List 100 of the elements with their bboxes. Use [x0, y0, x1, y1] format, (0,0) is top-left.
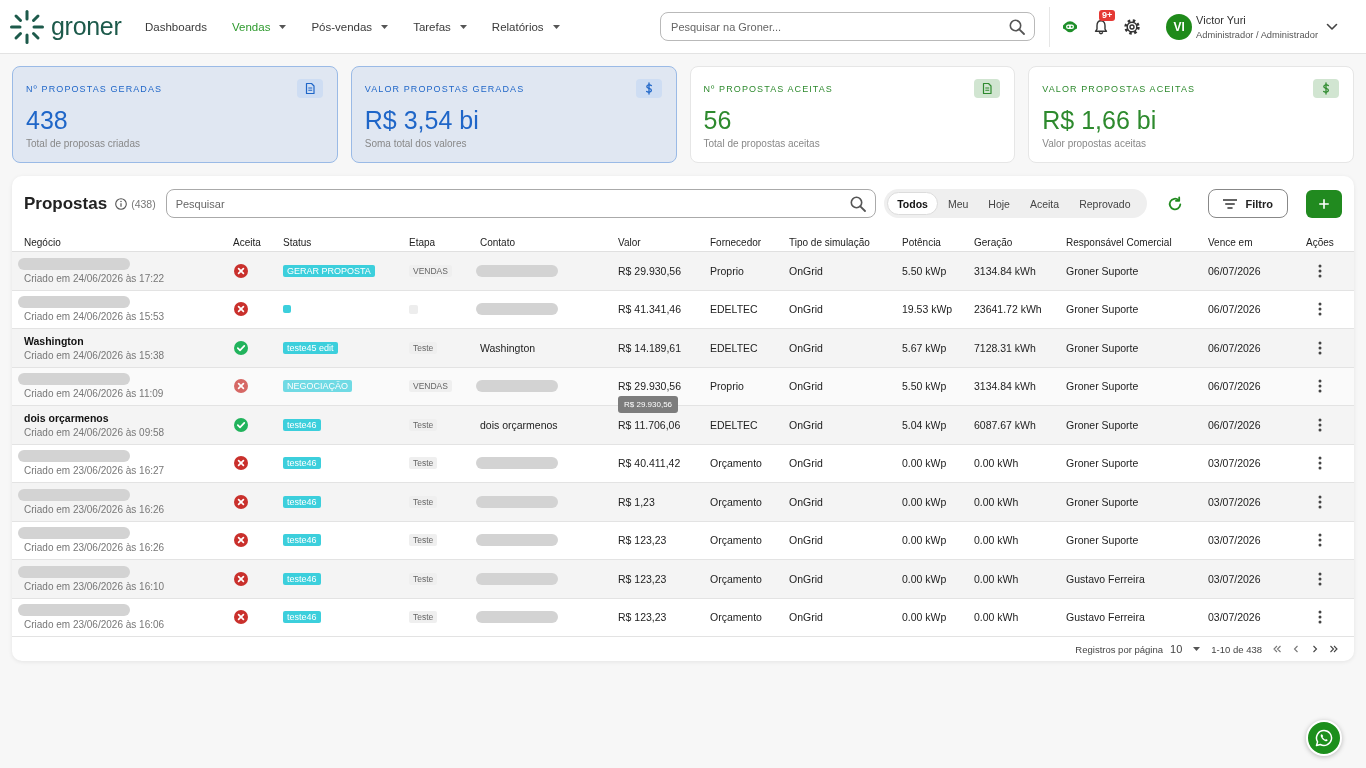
status-tag: NEGOCIAÇÃO: [283, 380, 352, 393]
table-cell-text: Proprio: [710, 264, 745, 277]
table-row[interactable]: Criado em 23/06/2026 às 16:27 teste46 Teste R$ 40.411,42 Orçamento OnGrid 0.00 kWp 0.00 kWh Groner Suporte 03/07/2026: [12, 444, 1354, 483]
caret-icon[interactable]: [552, 24, 560, 29]
logo-wordmark[interactable]: groner: [51, 12, 122, 41]
table-row[interactable]: Washington Criado em 24/06/2026 às 15:38 teste45 edit Teste Washington R$ 14.189,61 EDELTEC OnGrid 5.67 kWp 7128.31 kWh Groner Suporte 06/07/2026: [12, 329, 1354, 368]
table-cell-text: EDELTEC: [710, 341, 759, 354]
status-tag: GERAR PROPOSTA: [283, 264, 375, 277]
more-vertical-icon[interactable]: [1318, 263, 1322, 278]
column-header: Negócio: [24, 237, 62, 248]
more-vertical-icon[interactable]: [1318, 302, 1322, 317]
more-vertical-icon[interactable]: [1318, 494, 1322, 509]
panel-title: Propostas: [24, 193, 108, 214]
add-button[interactable]: [1306, 189, 1342, 218]
column-header: Etapa: [409, 237, 437, 248]
search-field[interactable]: Pesquisar na Groner...: [660, 12, 1036, 41]
table-cell-text: Groner Suporte: [1066, 303, 1140, 316]
next-page-icon[interactable]: [1311, 645, 1319, 653]
created-date: Criado em 23/06/2026 às 16:26: [24, 542, 166, 554]
filter-button[interactable]: Filtro: [1207, 189, 1288, 218]
table-cell-text: 06/07/2026: [1208, 341, 1262, 354]
stat-card[interactable]: VALOR PROPOSTAS ACEITAS R$ 1,66 bi Valor propostas aceitas: [1028, 66, 1354, 163]
table-row[interactable]: Criado em 23/06/2026 às 16:10 teste46 Teste R$ 123,23 Orçamento OnGrid 0.00 kWp 0.00 kWh Gustavo Ferreira 03/07/2026: [12, 560, 1354, 599]
filter-tab[interactable]: Hoje: [978, 192, 1020, 215]
card-caption: Soma total dos valores: [364, 138, 468, 149]
column-header: Responsável Comercial: [1066, 237, 1173, 248]
nav-item[interactable]: Pós-vendas: [311, 20, 389, 33]
stat-card[interactable]: Nº PROPOSTAS GERADAS 438 Total de proposas criadas: [12, 66, 338, 163]
column-header: Contato: [480, 237, 517, 248]
blank-tag-icon: [283, 305, 291, 314]
more-vertical-icon[interactable]: [1318, 417, 1322, 432]
chevron-down-icon[interactable]: [1326, 22, 1338, 31]
column-header: Ações: [1306, 237, 1335, 248]
filter-tab[interactable]: Meu: [937, 192, 979, 215]
table-cell-text: OnGrid: [789, 264, 824, 277]
table-cell-text: Groner Suporte: [1066, 495, 1140, 508]
table-cell-text: Gustavo Ferreira: [1066, 572, 1146, 585]
nav-item[interactable]: Vendas: [232, 20, 287, 33]
table-row[interactable]: Criado em 24/06/2026 às 17:22 GERAR PROPOSTA VENDAS R$ 29.930,56 Proprio OnGrid 5.50 kWp 3134.84 kWh Groner Suporte 06/07/2026: [12, 252, 1354, 291]
table-row[interactable]: Criado em 23/06/2026 às 16:26 teste46 Teste R$ 1,23 Orçamento OnGrid 0.00 kWp 0.00 kWh Groner Suporte 03/07/2026: [12, 483, 1354, 522]
table-cell-text: 23641.72 kWh: [974, 303, 1043, 316]
stat-card[interactable]: VALOR PROPOSTAS GERADAS R$ 3,54 bi Soma total dos valores: [350, 66, 677, 163]
table-cell-text: Gustavo Ferreira: [1066, 611, 1146, 624]
column-header: Potência: [902, 237, 942, 248]
first-page-icon[interactable]: [1273, 645, 1281, 653]
created-date: Criado em 23/06/2026 às 16:06: [24, 619, 166, 631]
search-icon[interactable]: [1009, 18, 1026, 35]
more-vertical-icon[interactable]: [1318, 456, 1322, 471]
nav-item[interactable]: Tarefas: [413, 20, 467, 33]
stat-card[interactable]: Nº PROPOSTAS ACEITAS 56 Total de propostas aceitas: [689, 66, 1016, 163]
page-size-select[interactable]: 10: [1170, 643, 1183, 655]
more-vertical-icon[interactable]: [1318, 610, 1322, 625]
filter-lines-icon: [1222, 198, 1237, 209]
table-cell-text: 5.67 kWp: [902, 341, 948, 354]
previous-page-icon[interactable]: [1292, 645, 1300, 653]
table-row[interactable]: Criado em 24/06/2026 às 15:53 R$ 41.341,46 EDELTEC OnGrid 19.53 kWp 23641.72 kWh Groner Suporte 06/07/2026: [12, 290, 1354, 329]
more-vertical-icon[interactable]: [1318, 533, 1322, 548]
table-cell-text: 06/07/2026: [1208, 380, 1262, 393]
created-date: Criado em 23/06/2026 às 16:26: [24, 503, 166, 515]
table-cell-text: OnGrid: [789, 534, 824, 547]
last-page-icon[interactable]: [1330, 645, 1338, 653]
filter-tab[interactable]: Todos: [887, 192, 938, 215]
refresh-icon[interactable]: [1166, 195, 1183, 212]
card-value: 438: [26, 105, 68, 135]
caret-icon[interactable]: [279, 24, 287, 29]
table-cell-text: OnGrid: [789, 380, 824, 393]
page-range: 1-10 de 438: [1211, 643, 1262, 655]
bell-icon[interactable]: [1093, 18, 1110, 35]
settings-icon[interactable]: [1124, 18, 1141, 35]
robot-icon[interactable]: [1062, 18, 1079, 35]
chat-button[interactable]: [1306, 720, 1342, 756]
card-label: Nº PROPOSTAS ACEITAS: [703, 83, 833, 94]
filter-tab[interactable]: Aceita: [1019, 192, 1070, 215]
more-vertical-icon[interactable]: [1318, 571, 1322, 586]
table-cell-text: 0.00 kWh: [974, 611, 1020, 624]
more-vertical-icon[interactable]: [1318, 379, 1322, 394]
table-cell-text: Orçamento: [710, 534, 763, 547]
table-cell-text: Orçamento: [710, 611, 763, 624]
table-cell-text: Groner Suporte: [1066, 380, 1140, 393]
table-cell-text: OnGrid: [789, 341, 824, 354]
caret-icon[interactable]: [381, 24, 389, 29]
table-cell-text: 0.00 kWh: [974, 534, 1020, 547]
nav-item[interactable]: Relatórios: [491, 20, 560, 33]
filter-tab[interactable]: Reprovado: [1069, 192, 1141, 215]
user-avatar[interactable]: VI: [1166, 13, 1193, 40]
table-cell-text: Groner Suporte: [1066, 534, 1140, 547]
search-icon[interactable]: [850, 195, 867, 212]
table-row[interactable]: Criado em 23/06/2026 às 16:06 teste46 Teste R$ 123,23 Orçamento OnGrid 0.00 kWp 0.00 kWh Gustavo Ferreira 03/07/2026: [12, 598, 1354, 637]
info-icon[interactable]: [115, 197, 128, 210]
table-cell: R$ 14.189,61: [618, 341, 682, 354]
plus-icon: [1319, 198, 1329, 209]
table-cell-text: 6087.67 kWh: [974, 418, 1037, 431]
caret-icon[interactable]: [459, 24, 467, 29]
table-row[interactable]: Criado em 23/06/2026 às 16:26 teste46 Teste R$ 123,23 Orçamento OnGrid 0.00 kWp 0.00 kWh Groner Suporte 03/07/2026: [12, 521, 1354, 560]
stage-tag: Teste: [409, 572, 438, 585]
more-vertical-icon[interactable]: [1318, 340, 1322, 355]
caret-icon[interactable]: [1193, 647, 1201, 651]
search-field[interactable]: Pesquisar: [165, 189, 877, 218]
table-cell-text: 03/07/2026: [1208, 534, 1262, 547]
nav-item[interactable]: Dashboards: [145, 20, 207, 33]
